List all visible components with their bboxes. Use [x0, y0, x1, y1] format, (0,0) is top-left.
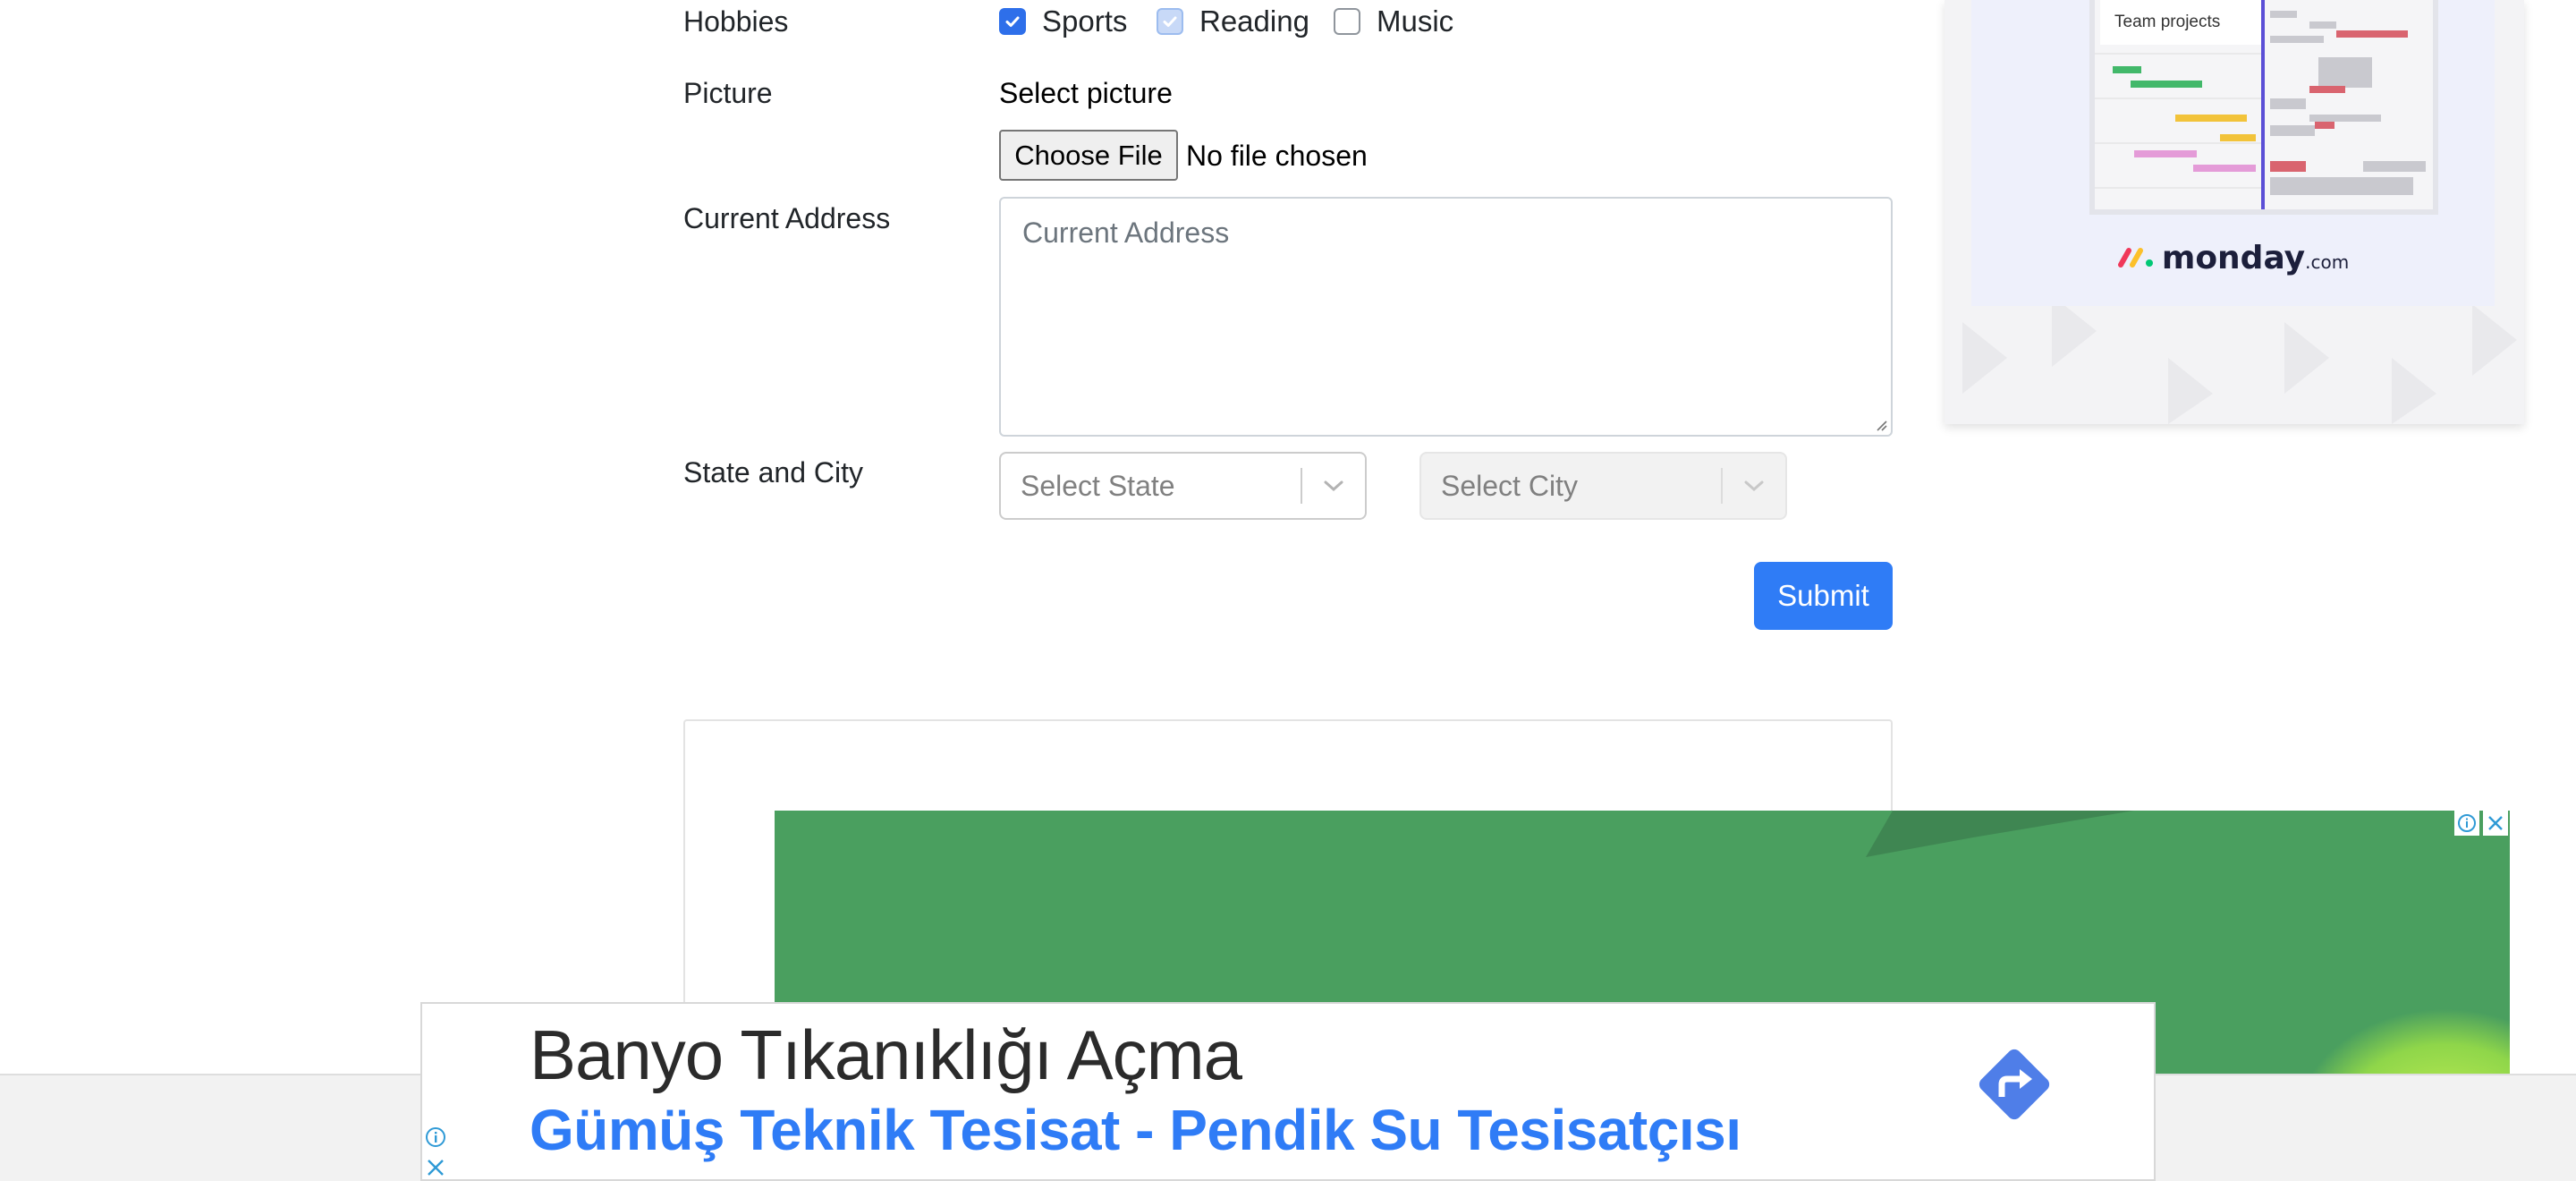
hobby-music[interactable]: Music [1334, 2, 1453, 41]
ad-ball-shape [2296, 990, 2510, 1074]
picture-label: Picture [683, 77, 773, 109]
sports-checkbox[interactable] [999, 8, 1026, 35]
gantt-preview: Team projects [2089, 0, 2438, 215]
current-address-label: Current Address [683, 202, 891, 234]
music-checkbox[interactable] [1334, 8, 1360, 35]
close-icon [2488, 816, 2503, 830]
ad-leaf-shape [1866, 811, 2134, 857]
music-label[interactable]: Music [1377, 2, 1453, 41]
check-icon [1163, 16, 1177, 27]
submit-button[interactable]: Submit [1754, 562, 1893, 630]
hobby-reading[interactable]: Reading [1157, 2, 1309, 41]
city-select[interactable]: Select City [1419, 452, 1787, 520]
info-icon [2458, 814, 2476, 832]
choose-file-button[interactable]: Choose File [999, 130, 1178, 181]
chevron-down-icon[interactable] [1302, 479, 1365, 493]
ad-close-button[interactable] [2483, 811, 2508, 836]
bottom-banner-ad[interactable]: Banyo Tıkanıklığı Açma Gümüş Teknik Tesi… [420, 1002, 2156, 1181]
city-placeholder: Select City [1441, 469, 1578, 502]
reading-checkbox[interactable] [1157, 8, 1183, 35]
current-address-placeholder: Current Address [1022, 217, 1230, 249]
info-icon[interactable] [424, 1126, 447, 1149]
hobbies-label: Hobbies [683, 5, 789, 38]
monday-ad-panel: Team projects monday .com [1971, 0, 2495, 306]
directions-icon[interactable] [1970, 1040, 2059, 1129]
select-picture-caption: Select picture [999, 77, 1173, 109]
gantt-chart-graphic [2095, 0, 2426, 209]
monday-brand-suffix: .com [2305, 251, 2350, 273]
sports-label[interactable]: Sports [1042, 2, 1127, 41]
close-icon[interactable] [424, 1156, 447, 1179]
state-city-label: State and City [683, 456, 863, 489]
state-placeholder: Select State [1021, 469, 1175, 502]
ad-headline[interactable]: Banyo Tıkanıklığı Açma [530, 1015, 1242, 1096]
monday-brand-text: monday [2161, 240, 2306, 276]
ad-info-button[interactable] [2454, 811, 2479, 836]
chevron-down-icon[interactable] [1723, 479, 1785, 493]
file-status: No file chosen [1186, 140, 1368, 172]
state-select[interactable]: Select State [999, 452, 1367, 520]
current-address-textarea[interactable]: Current Address [999, 197, 1893, 437]
monday-mark-icon [2117, 248, 2153, 268]
monday-ad[interactable]: Team projects monday .com [1945, 0, 2524, 424]
hobby-sports[interactable]: Sports [999, 2, 1127, 41]
check-icon [1005, 16, 1020, 27]
reading-label[interactable]: Reading [1199, 2, 1309, 41]
monday-logo: monday .com [1971, 240, 2495, 276]
resize-grip-icon[interactable] [1875, 419, 1887, 431]
ad-subline[interactable]: Gümüş Teknik Tesisat - Pendik Su Tesisat… [530, 1097, 1741, 1163]
